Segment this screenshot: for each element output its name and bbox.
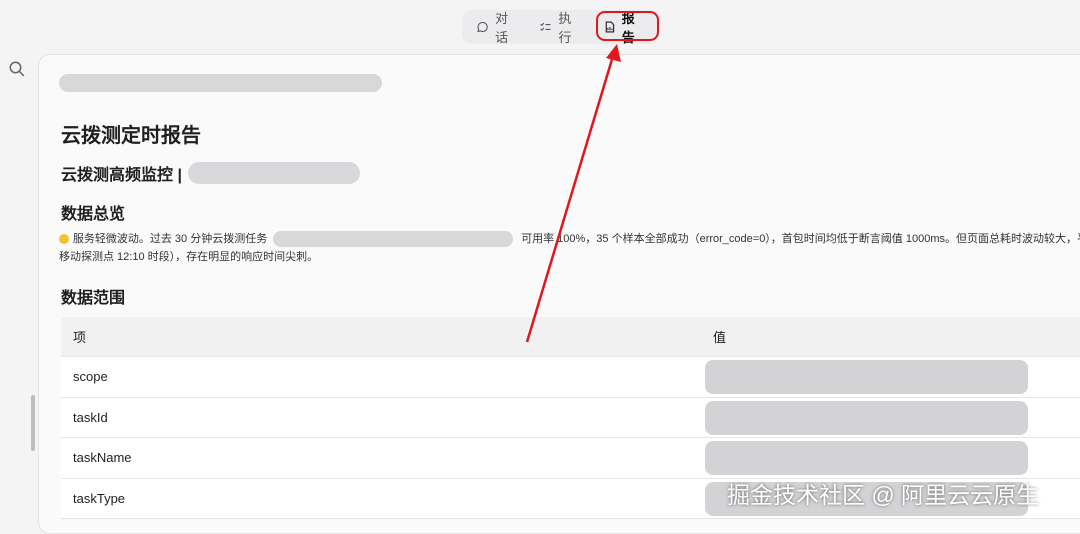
table-header: 项 值 (61, 317, 1080, 357)
redacted-header (59, 74, 382, 92)
tab-chat[interactable]: 对话 (468, 11, 527, 45)
row-key: taskId (73, 409, 108, 425)
data-range-heading: 数据范围 (61, 290, 126, 307)
report-icon (605, 21, 614, 33)
redacted-value (705, 441, 1028, 475)
summary-text-2: 可用率 100%，35 个样本全部成功（error_code=0），首包时间均低… (521, 233, 1080, 245)
scroll-handle[interactable] (31, 395, 35, 451)
report-title: 云拨测定时报告 (61, 125, 201, 147)
watermark: 掘金技术社区 @ 阿里云云原生 (727, 482, 1040, 508)
redacted-value (705, 360, 1028, 394)
tab-execute[interactable]: 执行 (531, 11, 590, 45)
column-header-item: 项 (73, 330, 87, 345)
redacted-task-name (273, 231, 514, 247)
search-icon[interactable] (8, 60, 26, 78)
summary-text-1: 服务轻微波动。过去 30 分钟云拨测任务 (72, 233, 268, 245)
table-row: taskName (61, 438, 1080, 479)
row-key: scope (73, 369, 108, 385)
monitor-title-text: 云拨测高频监控 | (61, 167, 182, 184)
row-key: taskName (73, 450, 132, 466)
table-row: taskId (61, 397, 1080, 438)
summary-text-3: 移动探测点 12:10 时段），存在明显的响应时间尖刺。 (59, 251, 319, 263)
column-header-value: 值 (713, 330, 727, 345)
view-tabs: 对话 执行 报告 (462, 10, 660, 45)
redacted-value (705, 400, 1028, 435)
tab-execute-label: 执行 (558, 11, 572, 45)
tab-report-label: 报告 (621, 11, 635, 45)
row-key: taskType (73, 490, 126, 506)
checklist-icon (540, 22, 551, 32)
tab-report[interactable]: 报告 (595, 11, 654, 45)
tab-chat-label: 对话 (495, 11, 509, 45)
overview-summary: 服务轻微波动。过去 30 分钟云拨测任务 可用率 100%，35 个样本全部成功… (59, 230, 1080, 266)
monitor-title: 云拨测高频监控 | (61, 161, 360, 185)
overview-heading: 数据总览 (61, 206, 126, 223)
table-row: scope (61, 357, 1080, 398)
redacted-monitor-name (187, 162, 360, 184)
report-panel: 云拨测定时报告 云拨测高频监控 | 数据总览 服务轻微波动。过去 30 分钟云拨… (38, 54, 1080, 534)
status-warning-icon (59, 234, 69, 244)
chat-bubble-icon (477, 21, 488, 33)
